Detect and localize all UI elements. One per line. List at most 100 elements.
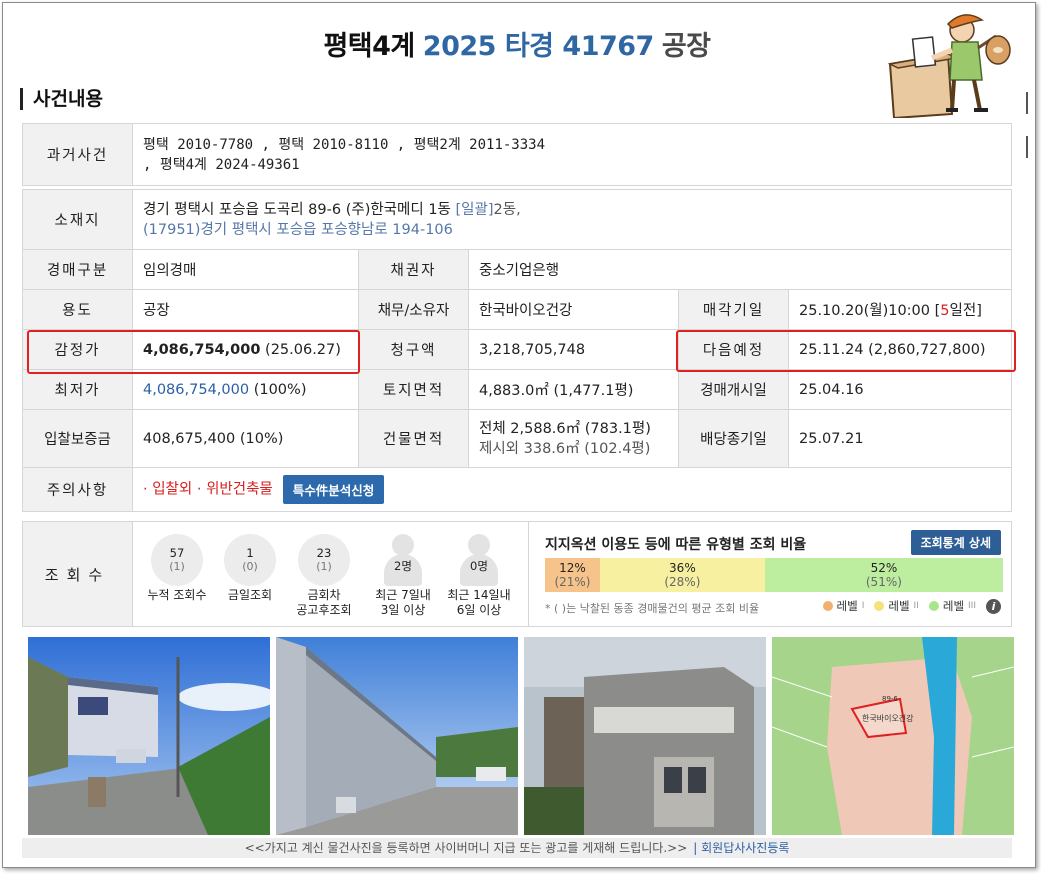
days-left-tail: 일전] bbox=[949, 303, 982, 319]
legend-dot-level3 bbox=[928, 601, 939, 611]
special-analysis-button[interactable]: 특수件분석신청 bbox=[282, 475, 385, 504]
auction-start-label: 경매개시일 bbox=[678, 369, 789, 410]
min-price-amount: 4,086,754,000 bbox=[143, 381, 250, 398]
property-photo-2[interactable] bbox=[276, 637, 518, 835]
ratio-title: 지지옥션 이용도 등에 따른 유형별 조회 비율 bbox=[545, 537, 807, 553]
stat-caption-line1: 금회차 bbox=[307, 588, 341, 602]
person-icon: 2명 bbox=[377, 534, 429, 586]
creditor-label: 채권자 bbox=[358, 249, 469, 290]
stat-circle: 1 (0) bbox=[224, 534, 276, 586]
min-price-value: 4,086,754,000 (100%) bbox=[132, 369, 359, 410]
auction-type-label: 경매구분 bbox=[22, 249, 133, 290]
legend-label: 레벨 bbox=[836, 599, 858, 613]
bulk-link[interactable]: [일괄] bbox=[456, 202, 494, 218]
stat-round-views: 23 (1) 금회차 공고후조회 bbox=[285, 534, 363, 618]
ratio-legend: 레벨 I 레벨 II 레벨 III i bbox=[817, 598, 1001, 614]
debtor-label: 채무/소유자 bbox=[358, 289, 469, 330]
stat-circle: 23 (1) bbox=[298, 534, 350, 586]
section-title: 사건내용 bbox=[20, 88, 103, 110]
photo-footer: <<가지고 계신 물건사진을 등록하면 사이버머니 지급 또는 광고를 게재해 … bbox=[22, 838, 1012, 858]
past-cases-table: 과거사건 평택 2010-7780 , 평택 2010-8110 , 평택2계 … bbox=[22, 123, 1012, 186]
info-icon[interactable]: i bbox=[986, 598, 1001, 614]
legend-label: 레벨 bbox=[888, 599, 910, 613]
past-cases-line1[interactable]: 평택 2010-7780 , 평택 2010-8110 , 평택2계 2011-… bbox=[143, 135, 1001, 155]
stat-recent-7days: 2명 최근 7일내 3일 이상 bbox=[364, 534, 442, 618]
location-address: 경기 평택시 포승읍 도곡리 89-6 (주)한국메디 1동 bbox=[143, 201, 456, 218]
days-left: 5 bbox=[940, 303, 950, 319]
min-price-pct: (100%) bbox=[253, 381, 307, 398]
segment-avg: (51%) bbox=[865, 575, 902, 589]
stat-caption: 최근 14일내 6일 이상 bbox=[440, 588, 518, 618]
stat-caption-line2: 6일 이상 bbox=[456, 603, 502, 617]
stat-num: 2명 bbox=[394, 559, 412, 573]
claim-value: 3,218,705,748 bbox=[468, 329, 679, 370]
legend-dot-level1 bbox=[822, 601, 833, 611]
stat-circle: 57 (1) bbox=[151, 534, 203, 586]
member-photo-register-link[interactable]: | 회원답사사진등록 bbox=[693, 841, 789, 855]
view-ratio-panel: 지지옥션 이용도 등에 따른 유형별 조회 비율 조회통계 상세 12% (21%… bbox=[528, 522, 1011, 626]
view-stats-detail-button[interactable]: 조회통계 상세 bbox=[910, 530, 1001, 555]
court-name: 평택4계 bbox=[323, 31, 415, 62]
legend-mark: III bbox=[968, 601, 976, 611]
stat-num: 1 bbox=[246, 546, 254, 560]
stat-caption: 금일조회 bbox=[227, 588, 273, 602]
past-cases-line2[interactable]: , 평택4계 2024-49361 bbox=[143, 155, 1001, 175]
claim-label: 청구액 bbox=[358, 329, 469, 370]
stat-caption: 최근 7일내 3일 이상 bbox=[364, 588, 442, 618]
stat-sub: (1) bbox=[169, 560, 185, 573]
notes-value: · 입찰외 · 위반건축물 특수件분석신청 bbox=[132, 467, 1012, 512]
bulk-tail: 2동, bbox=[493, 201, 521, 218]
stat-caption-line1: 최근 14일내 bbox=[447, 588, 511, 602]
person-icon: 0명 bbox=[453, 534, 505, 586]
usage-value: 공장 bbox=[132, 289, 359, 330]
segment-avg: (28%) bbox=[664, 575, 701, 589]
next-sale-highlight bbox=[676, 330, 1016, 372]
min-price-label: 최저가 bbox=[22, 369, 133, 410]
segment-pct: 36% bbox=[669, 561, 696, 575]
stat-num: 57 bbox=[169, 546, 185, 560]
mascot-illustration bbox=[887, 14, 1011, 118]
segment-avg: (21%) bbox=[554, 575, 591, 589]
property-photo-1[interactable] bbox=[28, 637, 270, 835]
views-panel: 조회수 57 (1) 누적 조회수 1 (0) 금일조회 23 (1) 금회차 공고후조… bbox=[22, 521, 1012, 627]
photo-register-notice: <<가지고 계신 물건사진을 등록하면 사이버머니 지급 또는 광고를 게재해 … bbox=[244, 841, 688, 855]
segment-pct: 52% bbox=[870, 561, 898, 575]
stat-sub: (0) bbox=[242, 560, 258, 573]
property-photo-3[interactable] bbox=[524, 637, 766, 835]
sale-date-text: 25.10.20(월)10:00 [ bbox=[799, 303, 941, 319]
land-area-value: 4,883.0㎡ (1,477.1평) bbox=[468, 369, 679, 410]
stat-recent-14days: 0명 최근 14일내 6일 이상 bbox=[440, 534, 518, 618]
location-value: 경기 평택시 포승읍 도곡리 89-6 (주)한국메디 1동 [일괄]2동, (… bbox=[132, 189, 1012, 250]
past-cases-label: 과거사건 bbox=[22, 123, 133, 186]
building-area-label: 건물면적 bbox=[358, 409, 469, 468]
stat-caption-line2: 공고후조회 bbox=[296, 603, 352, 617]
property-map[interactable]: 한국바이오건강 89-6 bbox=[772, 637, 1014, 835]
stat-num: 0명 bbox=[470, 559, 488, 573]
views-label: 조회수 bbox=[23, 522, 133, 626]
ratio-segment-level1: 12% (21%) bbox=[545, 558, 600, 592]
legend-mark: II bbox=[913, 601, 919, 611]
usage-label: 용도 bbox=[22, 289, 133, 330]
deposit-value: 408,675,400 (10%) bbox=[132, 409, 359, 468]
creditor-value: 중소기업은행 bbox=[468, 249, 1012, 290]
building-area-value: 전체 2,588.6㎡ (783.1평) 제시외 338.6㎡ (102.4평) bbox=[468, 409, 679, 468]
stat-num: 23 bbox=[316, 546, 332, 560]
notes-label: 주의사항 bbox=[22, 467, 133, 512]
debtor-value: 한국바이오건강 bbox=[468, 289, 679, 330]
building-area-total: 전체 2,588.6㎡ (783.1평) bbox=[479, 420, 651, 437]
road-address[interactable]: (17951)경기 평택시 포승읍 포승향남로 194-106 bbox=[143, 220, 1001, 240]
view-ratio-bar: 12% (21%) 36% (28%) 52% (51%) bbox=[545, 558, 1003, 592]
stat-caption: 금회차 공고후조회 bbox=[285, 588, 363, 618]
page-title: 평택4계 2025 타경 41767 공장 bbox=[0, 24, 1034, 63]
dividend-end-label: 배당종기일 bbox=[678, 409, 789, 468]
stat-caption-line2: 3일 이상 bbox=[380, 603, 426, 617]
map-lot-label: 89-6 bbox=[882, 695, 898, 703]
past-cases-value[interactable]: 평택 2010-7780 , 평택 2010-8110 , 평택2계 2011-… bbox=[132, 123, 1012, 186]
legend-mark: I bbox=[861, 601, 865, 611]
sale-date-value: 25.10.20(월)10:00 [5일전] bbox=[788, 289, 1012, 330]
stat-total-views: 57 (1) 누적 조회수 bbox=[138, 534, 216, 603]
ratio-note: * ( )는 낙찰된 동종 경매물건의 평균 조회 비율 bbox=[545, 602, 760, 615]
ratio-segment-level2: 36% (28%) bbox=[599, 558, 765, 592]
legend-dot-level2 bbox=[874, 601, 885, 611]
case-number: 2025 타경 41767 bbox=[422, 31, 655, 62]
